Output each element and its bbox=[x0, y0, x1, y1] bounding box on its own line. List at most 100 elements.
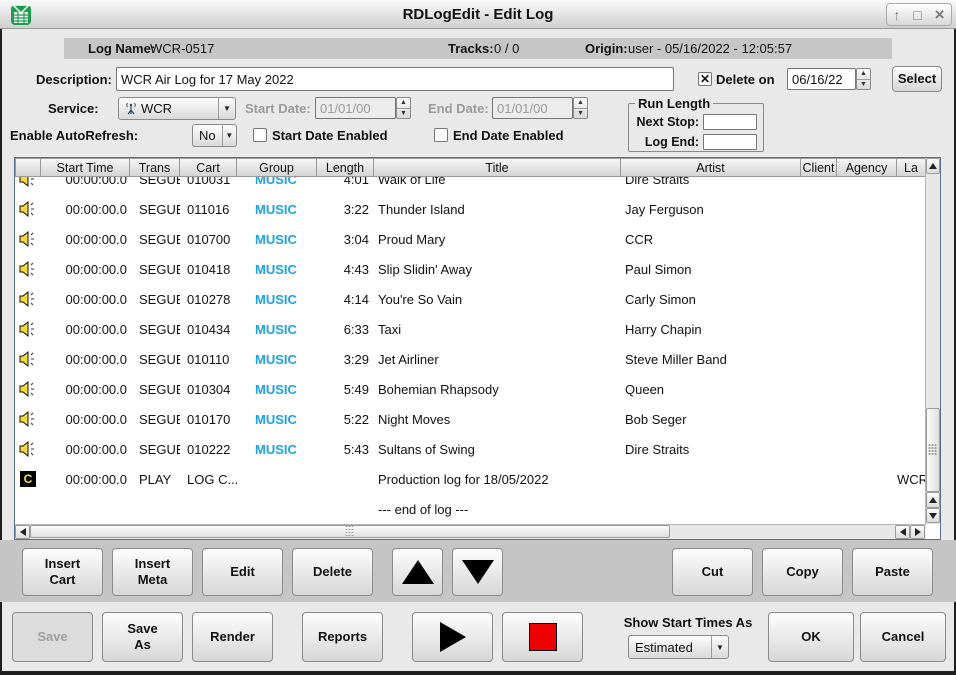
arrow-up-icon bbox=[929, 497, 937, 503]
start-times-value: Estimated bbox=[635, 640, 693, 655]
table-row-log-chain[interactable]: C 00:00:00.0 PLAY LOG C... Production lo… bbox=[15, 464, 940, 494]
spin-up-icon[interactable]: ▲ bbox=[574, 98, 587, 109]
start-date-spinner[interactable]: ▲ ▼ bbox=[396, 97, 411, 119]
table-row[interactable]: 00:00:00.0SEGUE010170MUSIC5:22Night Move… bbox=[15, 404, 940, 434]
cell-artist: Harry Chapin bbox=[621, 322, 801, 337]
end-of-log-row[interactable]: --- end of log --- bbox=[15, 494, 940, 524]
autorefresh-combo[interactable]: No ▼ bbox=[192, 124, 237, 147]
delete-button[interactable]: Delete bbox=[292, 548, 373, 596]
column-header-Agency[interactable]: Agency bbox=[837, 158, 897, 177]
origin-label: Origin: bbox=[585, 41, 628, 56]
column-header-Artist[interactable]: Artist bbox=[621, 158, 801, 177]
chevron-down-icon[interactable]: ▼ bbox=[218, 98, 235, 119]
column-header-Start Time[interactable]: Start Time bbox=[41, 158, 130, 177]
end-date-input[interactable] bbox=[492, 97, 573, 119]
table-row[interactable]: 00:00:00.0SEGUE010304MUSIC5:49Bohemian R… bbox=[15, 374, 940, 404]
spin-down-icon[interactable]: ▼ bbox=[397, 109, 410, 119]
column-header-Client[interactable]: Client bbox=[801, 158, 837, 177]
spin-up-icon[interactable]: ▲ bbox=[857, 69, 870, 80]
cell-cart: 010434 bbox=[180, 322, 237, 337]
cell-len: 4:14 bbox=[317, 292, 374, 307]
chevron-down-icon[interactable]: ▼ bbox=[711, 636, 728, 658]
cell-time: 00:00:00.0 bbox=[41, 352, 130, 367]
scroll-left-button-2[interactable] bbox=[895, 525, 910, 539]
delete-on-date-spinner[interactable]: ▲ ▼ bbox=[856, 68, 871, 90]
move-up-button[interactable] bbox=[392, 548, 443, 596]
cut-button[interactable]: Cut bbox=[672, 548, 753, 596]
table-row[interactable]: 00:00:00.0SEGUE011016MUSIC3:22Thunder Is… bbox=[15, 194, 940, 224]
ok-button[interactable]: OK bbox=[768, 612, 854, 662]
vertical-scrollbar[interactable] bbox=[925, 158, 940, 524]
cell-trans: SEGUE bbox=[130, 352, 180, 367]
horizontal-scrollbar[interactable] bbox=[15, 524, 926, 539]
paste-button[interactable]: Paste bbox=[852, 548, 933, 596]
description-input[interactable] bbox=[116, 67, 674, 91]
column-header-Length[interactable]: Length bbox=[317, 158, 374, 177]
spin-up-icon[interactable]: ▲ bbox=[397, 98, 410, 109]
table-row[interactable]: 00:00:00.0SEGUE010434MUSIC6:33TaxiHarry … bbox=[15, 314, 940, 344]
start-date-enabled-checkbox[interactable] bbox=[253, 128, 267, 142]
play-button[interactable] bbox=[412, 612, 493, 662]
service-combo[interactable]: WCR ▼ bbox=[118, 97, 236, 120]
scroll-up-button-2[interactable] bbox=[926, 492, 940, 508]
copy-button[interactable]: Copy bbox=[762, 548, 843, 596]
scroll-down-button[interactable] bbox=[926, 508, 940, 523]
table-row[interactable]: 00:00:00.0SEGUE010031MUSIC4:01Walk of Li… bbox=[15, 177, 940, 194]
edit-button[interactable]: Edit bbox=[202, 548, 283, 596]
stop-button[interactable] bbox=[502, 612, 583, 662]
next-stop-input[interactable] bbox=[703, 114, 757, 130]
save-as-button[interactable]: Save As bbox=[102, 612, 183, 662]
shade-icon[interactable]: ↑ bbox=[893, 8, 900, 22]
cancel-button[interactable]: Cancel bbox=[860, 612, 946, 662]
table-row[interactable]: 00:00:00.0SEGUE010278MUSIC4:14You're So … bbox=[15, 284, 940, 314]
spin-down-icon[interactable]: ▼ bbox=[857, 80, 870, 90]
next-stop-label: Next Stop: bbox=[637, 115, 700, 129]
close-icon[interactable]: × bbox=[935, 6, 945, 23]
end-date-enabled-checkbox[interactable] bbox=[434, 128, 448, 142]
insert-meta-button[interactable]: Insert Meta bbox=[112, 548, 193, 596]
cell-cart: 010222 bbox=[180, 442, 237, 457]
cell-icon bbox=[15, 177, 41, 187]
scroll-left-button[interactable] bbox=[15, 525, 30, 539]
cell-icon bbox=[15, 291, 41, 307]
antenna-icon bbox=[125, 102, 137, 115]
delete-on-checkbox[interactable]: ✕ bbox=[698, 72, 712, 86]
table-row[interactable]: 00:00:00.0SEGUE010418MUSIC4:43Slip Slidi… bbox=[15, 254, 940, 284]
cell-len: 5:22 bbox=[317, 412, 374, 427]
spin-down-icon[interactable]: ▼ bbox=[574, 109, 587, 119]
end-date-spinner[interactable]: ▲ ▼ bbox=[573, 97, 588, 119]
move-down-button[interactable] bbox=[452, 548, 503, 596]
speaker-icon bbox=[19, 261, 37, 277]
thumb-grip bbox=[346, 526, 355, 538]
scroll-right-button[interactable] bbox=[910, 525, 925, 539]
start-date-enabled-label: Start Date Enabled bbox=[272, 128, 388, 143]
column-header-Trans[interactable]: Trans bbox=[130, 158, 180, 177]
cell-icon bbox=[15, 261, 41, 277]
window-controls: ↑ □ × bbox=[886, 3, 952, 26]
column-header-Title[interactable]: Title bbox=[374, 158, 621, 177]
table-row[interactable]: 00:00:00.0SEGUE010222MUSIC5:43Sultans of… bbox=[15, 434, 940, 464]
maximize-icon[interactable]: □ bbox=[913, 8, 921, 22]
column-header-icon[interactable] bbox=[15, 158, 41, 177]
insert-cart-button[interactable]: Insert Cart bbox=[22, 548, 103, 596]
chevron-down-icon[interactable]: ▼ bbox=[222, 125, 236, 146]
table-row[interactable]: 00:00:00.0SEGUE010700MUSIC3:04Proud Mary… bbox=[15, 224, 940, 254]
horizontal-scroll-thumb[interactable] bbox=[30, 525, 670, 538]
start-times-combo[interactable]: Estimated ▼ bbox=[628, 635, 729, 659]
column-header-La[interactable]: La bbox=[897, 158, 926, 177]
vertical-scroll-thumb[interactable] bbox=[926, 408, 940, 492]
delete-on-date-input[interactable] bbox=[787, 68, 856, 90]
save-button[interactable]: Save bbox=[12, 612, 93, 662]
column-header-Cart[interactable]: Cart bbox=[180, 158, 237, 177]
cell-artist: Queen bbox=[621, 382, 801, 397]
scroll-up-button[interactable] bbox=[926, 158, 940, 174]
reports-button[interactable]: Reports bbox=[302, 612, 383, 662]
select-button[interactable]: Select bbox=[892, 66, 942, 92]
table-row[interactable]: 00:00:00.0SEGUE010110MUSIC3:29Jet Airlin… bbox=[15, 344, 940, 374]
clipped-table-row[interactable]: 00:00:00.0SEGUE010031MUSIC4:01Walk of Li… bbox=[15, 177, 940, 194]
column-header-Group[interactable]: Group bbox=[237, 158, 317, 177]
log-end-input[interactable] bbox=[703, 134, 757, 150]
render-button[interactable]: Render bbox=[192, 612, 273, 662]
start-date-input[interactable] bbox=[315, 97, 396, 119]
cell-trans: SEGUE bbox=[130, 412, 180, 427]
